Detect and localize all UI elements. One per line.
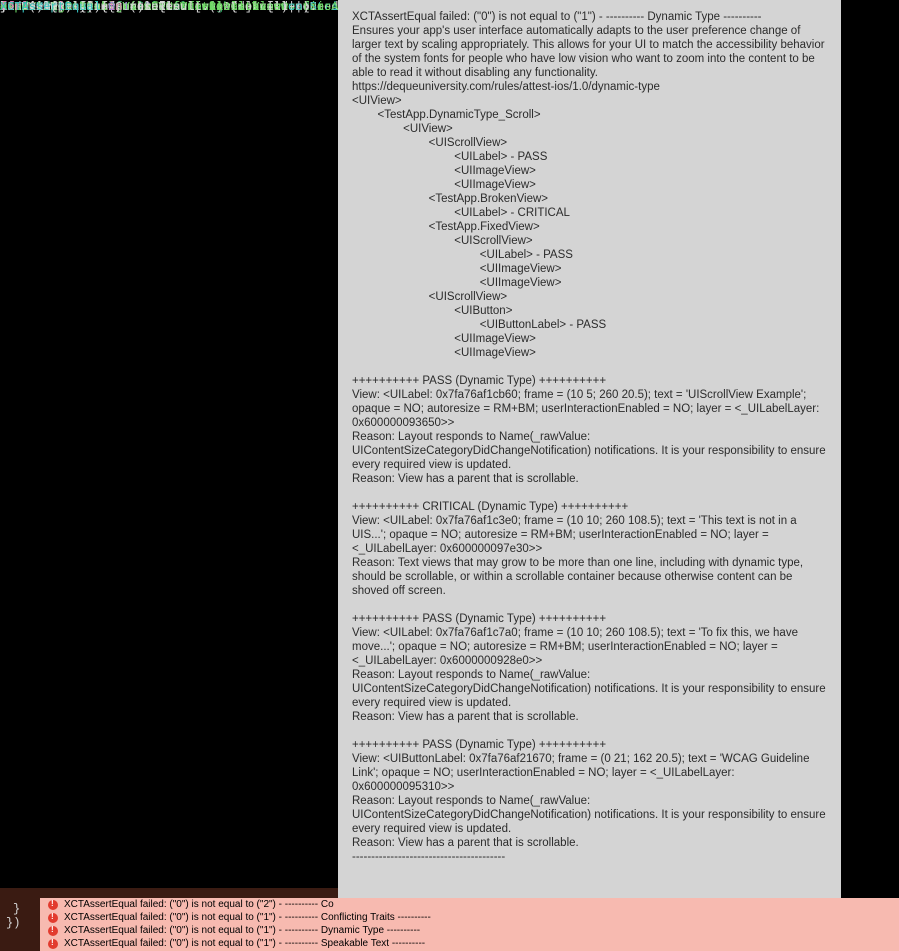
panel-view-info: View: <UIButtonLabel: 0x7fa76af21670; fr… bbox=[352, 752, 831, 794]
test-output-panel[interactable]: XCTAssertEqual failed: ("0") is not equa… bbox=[338, 0, 841, 915]
error-text: XCTAssertEqual failed: ("0") is not equa… bbox=[64, 899, 334, 910]
screenshot-root: { "code": { "l1": "2017 Deque Systems In… bbox=[0, 0, 899, 951]
panel-reason: Reason: Text views that may grow to be m… bbox=[352, 556, 831, 598]
test-failure-row[interactable]: XCTAssertEqual failed: ("0") is not equa… bbox=[40, 911, 899, 924]
code-line: }) bbox=[6, 916, 20, 930]
panel-reason: Reason: View has a parent that is scroll… bbox=[352, 836, 831, 850]
test-failure-row[interactable]: XCTAssertEqual failed: ("0") is not equa… bbox=[40, 924, 899, 937]
panel-reason: Reason: View has a parent that is scroll… bbox=[352, 710, 831, 724]
panel-view-info: View: <UILabel: 0x7fa76af1cb60; frame = … bbox=[352, 388, 831, 430]
panel-url: https://dequeuniversity.com/rules/attest… bbox=[352, 80, 831, 94]
error-text: XCTAssertEqual failed: ("0") is not equa… bbox=[64, 912, 431, 923]
code-line: } bbox=[13, 902, 20, 916]
panel-divider: ---------------------------------------- bbox=[352, 850, 831, 864]
error-icon bbox=[48, 900, 58, 910]
panel-view-tree: <UIView> <TestApp.DynamicType_Scroll> <U… bbox=[352, 94, 831, 360]
test-failure-row[interactable]: XCTAssertEqual failed: ("0") is not equa… bbox=[40, 898, 899, 911]
panel-pass-header: ++++++++++ PASS (Dynamic Type) +++++++++… bbox=[352, 738, 831, 752]
panel-pass-header: ++++++++++ PASS (Dynamic Type) +++++++++… bbox=[352, 374, 831, 388]
panel-reason: Reason: View has a parent that is scroll… bbox=[352, 472, 831, 486]
panel-view-info: View: <UILabel: 0x7fa76af1c7a0; frame = … bbox=[352, 626, 831, 668]
error-icon bbox=[48, 913, 58, 923]
panel-view-info: View: <UILabel: 0x7fa76af1c3e0; frame = … bbox=[352, 514, 831, 556]
error-icon bbox=[48, 926, 58, 936]
error-text: XCTAssertEqual failed: ("0") is not equa… bbox=[64, 925, 420, 936]
error-gutter: } }) bbox=[0, 898, 40, 951]
panel-title: XCTAssertEqual failed: ("0") is not equa… bbox=[352, 10, 831, 24]
code-line: XCTAssertEqual(0, ruleResult.violations.… bbox=[0, 0, 302, 14]
panel-reason: Reason: Layout responds to Name(_rawValu… bbox=[352, 794, 831, 836]
error-icon bbox=[48, 939, 58, 949]
test-failure-row[interactable]: XCTAssertEqual failed: ("0") is not equa… bbox=[40, 937, 899, 950]
panel-pass-header: ++++++++++ PASS (Dynamic Type) +++++++++… bbox=[352, 612, 831, 626]
test-failures-list[interactable]: XCTAssertEqual failed: ("0") is not equa… bbox=[40, 898, 899, 951]
panel-description: Ensures your app's user interface automa… bbox=[352, 24, 831, 80]
error-text: XCTAssertEqual failed: ("0") is not equa… bbox=[64, 938, 425, 949]
panel-reason: Reason: Layout responds to Name(_rawValu… bbox=[352, 668, 831, 710]
panel-reason: Reason: Layout responds to Name(_rawValu… bbox=[352, 430, 831, 472]
panel-critical-header: ++++++++++ CRITICAL (Dynamic Type) +++++… bbox=[352, 500, 831, 514]
